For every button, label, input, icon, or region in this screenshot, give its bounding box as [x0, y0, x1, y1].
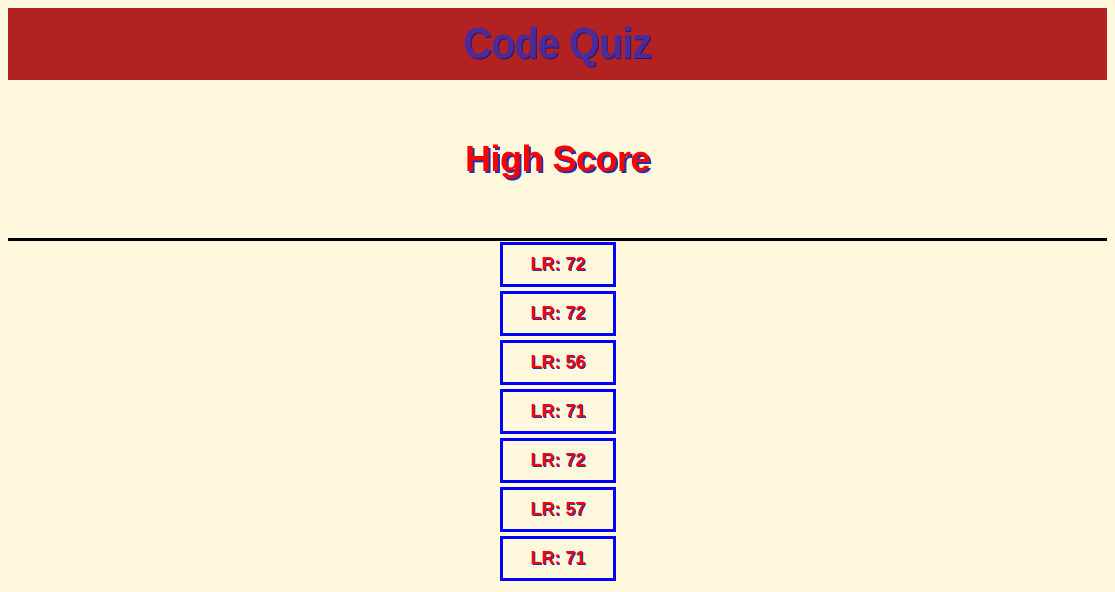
app-title: Code Quiz: [463, 19, 653, 68]
high-score-heading: High Score: [464, 138, 651, 179]
divider: [8, 238, 1107, 241]
score-item: LR: 72: [500, 291, 616, 336]
page: Code Quiz High Score LR: 72 LR: 72 LR: 5…: [0, 0, 1115, 592]
score-item: LR: 71: [500, 389, 616, 434]
score-item: LR: 57: [500, 487, 616, 532]
score-item: LR: 71: [500, 536, 616, 581]
header-bar: Code Quiz: [8, 8, 1107, 80]
score-list: LR: 72 LR: 72 LR: 56 LR: 71 LR: 72 LR: 5…: [500, 242, 616, 585]
score-item: LR: 56: [500, 340, 616, 385]
score-item: LR: 72: [500, 242, 616, 287]
score-item: LR: 72: [500, 438, 616, 483]
